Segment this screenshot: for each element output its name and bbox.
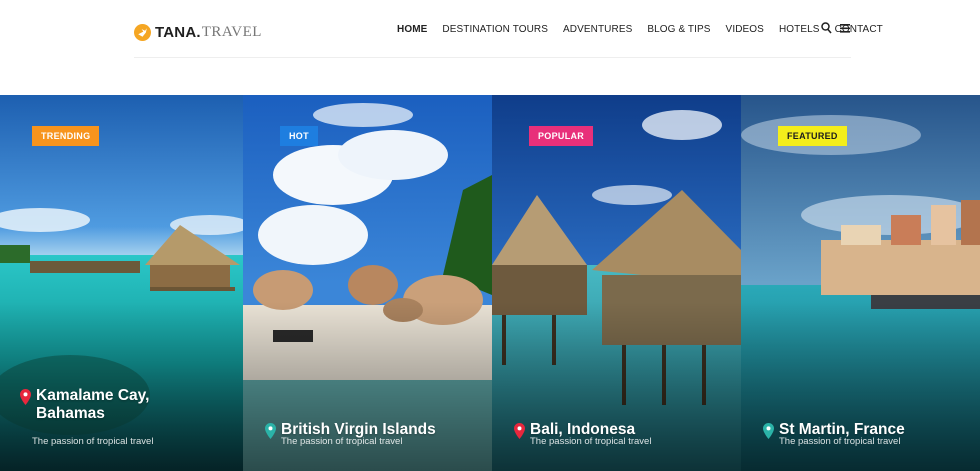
- menu-icon[interactable]: [840, 22, 851, 34]
- card-tagline: The passion of tropical travel: [281, 436, 403, 447]
- logo-icon: [134, 23, 151, 41]
- status-badge: POPULAR: [529, 126, 594, 146]
- card-tagline: The passion of tropical travel: [530, 436, 652, 447]
- nav-item-videos[interactable]: VIDEOS: [726, 24, 764, 35]
- card-tagline: The passion of tropical travel: [32, 436, 154, 447]
- status-badge: TRENDING: [32, 126, 100, 146]
- destination-card[interactable]: TRENDING Kamalame Cay, Bahamas The passi…: [0, 95, 243, 471]
- search-icon[interactable]: [821, 22, 832, 34]
- header-divider: [134, 57, 851, 58]
- destination-card[interactable]: FEATURED St Martin, France The passion o…: [741, 95, 980, 471]
- site-header: TANA. TRAVEL HOME DESTINATION TOURS ADVE…: [0, 0, 980, 95]
- brand-logo[interactable]: TANA. TRAVEL: [134, 21, 262, 43]
- destination-card[interactable]: HOT British Virgin Islands The passion o…: [243, 95, 492, 471]
- status-badge: FEATURED: [778, 126, 847, 146]
- map-pin-icon: [265, 423, 276, 439]
- card-image: [492, 95, 741, 471]
- nav-item-adventures[interactable]: ADVENTURES: [563, 24, 632, 35]
- brand-name-strong: TANA.: [155, 23, 201, 41]
- destination-cards: TRENDING Kamalame Cay, Bahamas The passi…: [0, 95, 980, 471]
- nav-item-home[interactable]: HOME: [397, 24, 427, 35]
- brand-name-light: TRAVEL: [201, 23, 262, 40]
- status-badge: HOT: [280, 126, 318, 146]
- card-title-line2: Bahamas: [36, 405, 105, 422]
- nav-item-destination-tours[interactable]: DESTINATION TOURS: [442, 24, 548, 35]
- nav-item-hotels[interactable]: HOTELS: [779, 24, 820, 35]
- card-image: [243, 95, 492, 471]
- card-title-line1: Kamalame Cay,: [36, 387, 150, 404]
- card-location: Kamalame Cay, Bahamas: [20, 387, 233, 423]
- map-pin-icon: [20, 389, 31, 405]
- nav-item-blog-tips[interactable]: BLOG & TIPS: [647, 24, 710, 35]
- destination-card[interactable]: POPULAR Bali, Indonesa The passion of tr…: [492, 95, 741, 471]
- map-pin-icon: [514, 423, 525, 439]
- map-pin-icon: [763, 423, 774, 439]
- card-tagline: The passion of tropical travel: [779, 436, 901, 447]
- card-image: [741, 95, 980, 471]
